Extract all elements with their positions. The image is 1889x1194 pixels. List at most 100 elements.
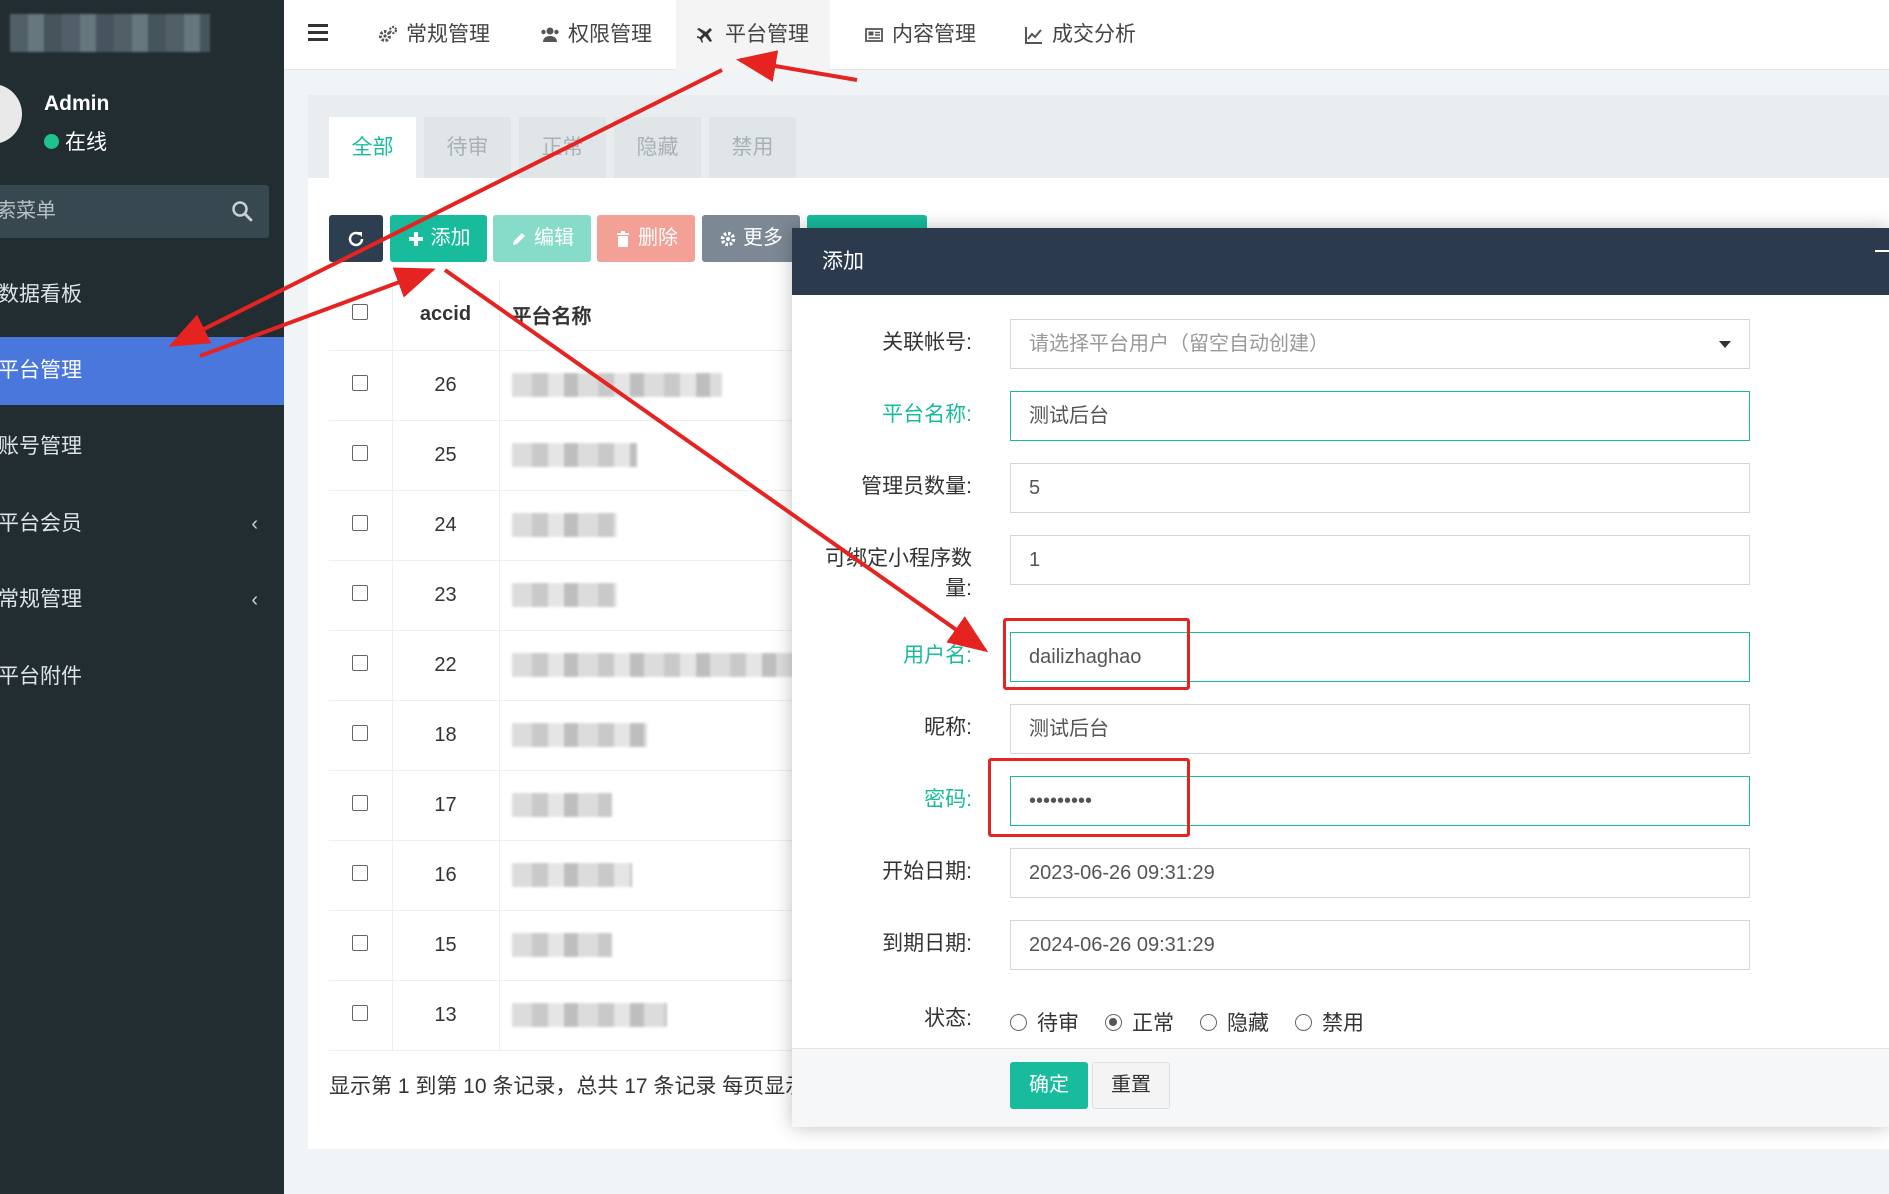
miniprogram-count-field[interactable]: 1 — [1010, 535, 1750, 585]
confirm-button[interactable]: 确定 — [1010, 1062, 1088, 1109]
row-checkbox[interactable] — [352, 724, 369, 741]
admin-count-field[interactable]: 5 — [1010, 463, 1750, 513]
user-status: 在线 — [44, 126, 107, 156]
cell-accid: 13 — [392, 980, 500, 1051]
row-checkbox[interactable] — [352, 374, 369, 391]
radio-icon — [1200, 1013, 1217, 1031]
table-row[interactable]: 16 — [329, 840, 803, 911]
nickname-field[interactable]: 测试后台 — [1010, 704, 1750, 754]
sidebar-item-label: 数据看板 — [0, 283, 82, 306]
table-row[interactable]: 18 — [329, 700, 803, 771]
row-checkbox-cell — [329, 770, 393, 841]
status-radio-normal[interactable]: 正常 — [1105, 1007, 1174, 1037]
radio-label: 待审 — [1037, 1012, 1079, 1035]
menu-toggle-icon[interactable] — [308, 24, 328, 42]
row-checkbox[interactable] — [352, 1004, 369, 1021]
gear-icon — [720, 231, 736, 246]
status-tab-normal[interactable]: 正常 — [519, 117, 606, 178]
status-radio-disabled[interactable]: 禁用 — [1295, 1007, 1364, 1037]
select-all-cell — [329, 280, 393, 351]
table-row[interactable]: 17 — [329, 770, 803, 841]
add-dialog: 添加 关联帐号: 请选择平台用户（留空自动创建） 平台名称: 测试后台 管理员数… — [792, 228, 1889, 1127]
sidebar-item-platform[interactable]: 平台管理 — [0, 337, 284, 405]
table-row[interactable]: 23 — [329, 560, 803, 631]
tab-label: 内容管理 — [892, 23, 976, 46]
tab-general[interactable]: 常规管理 — [372, 0, 496, 70]
delete-button[interactable]: 删除 — [597, 215, 695, 262]
status-radio-group: 待审 正常 隐藏 禁用 — [1010, 1007, 1364, 1037]
cell-accid: 26 — [392, 350, 500, 421]
select-all-checkbox[interactable] — [352, 304, 369, 321]
row-checkbox[interactable] — [352, 864, 369, 881]
dialog-header: 添加 — [792, 228, 1889, 295]
status-tab-all[interactable]: 全部 — [329, 117, 416, 178]
cell-accid: 22 — [392, 630, 500, 701]
row-checkbox[interactable] — [352, 934, 369, 951]
sidebar-item-label: 平台附件 — [0, 665, 82, 688]
table-row[interactable]: 24 — [329, 490, 803, 561]
sidebar-item-members[interactable]: 平台会员 ‹ — [0, 490, 284, 558]
platform-name-label: 平台名称: — [882, 403, 972, 426]
refresh-button[interactable] — [329, 215, 383, 262]
user-name: Admin — [44, 92, 110, 115]
tab-label: 常规管理 — [406, 23, 490, 46]
add-button[interactable]: 添加 — [390, 215, 487, 262]
column-header-accid[interactable]: accid — [392, 280, 500, 351]
tab-platform[interactable]: 平台管理 — [676, 0, 830, 70]
table-row[interactable]: 25 — [329, 420, 803, 491]
column-header-name[interactable]: 平台名称 — [499, 280, 803, 351]
row-checkbox[interactable] — [352, 444, 369, 461]
redacted-text — [511, 583, 617, 607]
row-checkbox[interactable] — [352, 654, 369, 671]
platform-table: accid 平台名称 26 25 24 23 22 18 17 16 15 13 — [329, 280, 803, 1051]
row-checkbox[interactable] — [352, 584, 369, 601]
sidebar-item-dashboard[interactable]: 数据看板 — [0, 261, 284, 329]
account-select[interactable]: 请选择平台用户（留空自动创建） — [1010, 319, 1750, 369]
cell-platform-name — [499, 630, 803, 701]
radio-icon — [1295, 1013, 1312, 1031]
start-date-field[interactable]: 2023-06-26 09:31:29 — [1010, 848, 1750, 898]
redacted-text — [511, 1003, 667, 1027]
table-row[interactable]: 15 — [329, 910, 803, 981]
user-status-label: 在线 — [65, 131, 107, 154]
status-tab-pending[interactable]: 待审 — [424, 117, 511, 178]
table-row[interactable]: 22 — [329, 630, 803, 701]
minimize-icon[interactable] — [1875, 250, 1889, 252]
cell-accid: 17 — [392, 770, 500, 841]
row-checkbox[interactable] — [352, 514, 369, 531]
username-label: 用户名: — [903, 644, 972, 667]
platform-name-field[interactable]: 测试后台 — [1010, 391, 1750, 441]
sidebar-search-input[interactable] — [0, 185, 220, 238]
reset-button[interactable]: 重置 — [1092, 1062, 1170, 1109]
status-tab-hidden[interactable]: 隐藏 — [614, 117, 701, 178]
tab-permissions[interactable]: 权限管理 — [534, 0, 658, 70]
redacted-text — [511, 723, 647, 747]
table-row[interactable]: 26 — [329, 350, 803, 421]
end-date-field[interactable]: 2024-06-26 09:31:29 — [1010, 920, 1750, 970]
cell-accid: 16 — [392, 840, 500, 911]
row-checkbox-cell — [329, 910, 393, 981]
cell-platform-name — [499, 350, 803, 421]
more-button[interactable]: 更多 — [702, 215, 800, 262]
edit-button[interactable]: 编辑 — [493, 215, 591, 262]
status-tab-disabled[interactable]: 禁用 — [709, 117, 796, 178]
search-icon[interactable] — [231, 200, 253, 222]
cell-platform-name — [499, 840, 803, 911]
tab-content[interactable]: 内容管理 — [858, 0, 982, 70]
account-label: 关联帐号: — [882, 331, 972, 354]
sidebar-item-general[interactable]: 常规管理 ‹ — [0, 566, 284, 634]
row-checkbox[interactable] — [352, 794, 369, 811]
table-row[interactable]: 13 — [329, 980, 803, 1051]
sidebar-item-accounts[interactable]: 账号管理 — [0, 413, 284, 481]
username-highlight-box — [1003, 618, 1190, 690]
edit-button-label: 编辑 — [534, 227, 574, 249]
online-dot-icon — [44, 133, 59, 149]
status-radio-pending[interactable]: 待审 — [1010, 1007, 1079, 1037]
sidebar-search — [0, 185, 269, 238]
status-radio-hidden[interactable]: 隐藏 — [1200, 1007, 1269, 1037]
avatar[interactable] — [0, 84, 22, 144]
tab-analytics[interactable]: 成交分析 — [1018, 0, 1142, 70]
gears-icon — [379, 25, 398, 42]
radio-icon — [1010, 1013, 1027, 1031]
sidebar-item-attachments[interactable]: 平台附件 — [0, 643, 284, 711]
